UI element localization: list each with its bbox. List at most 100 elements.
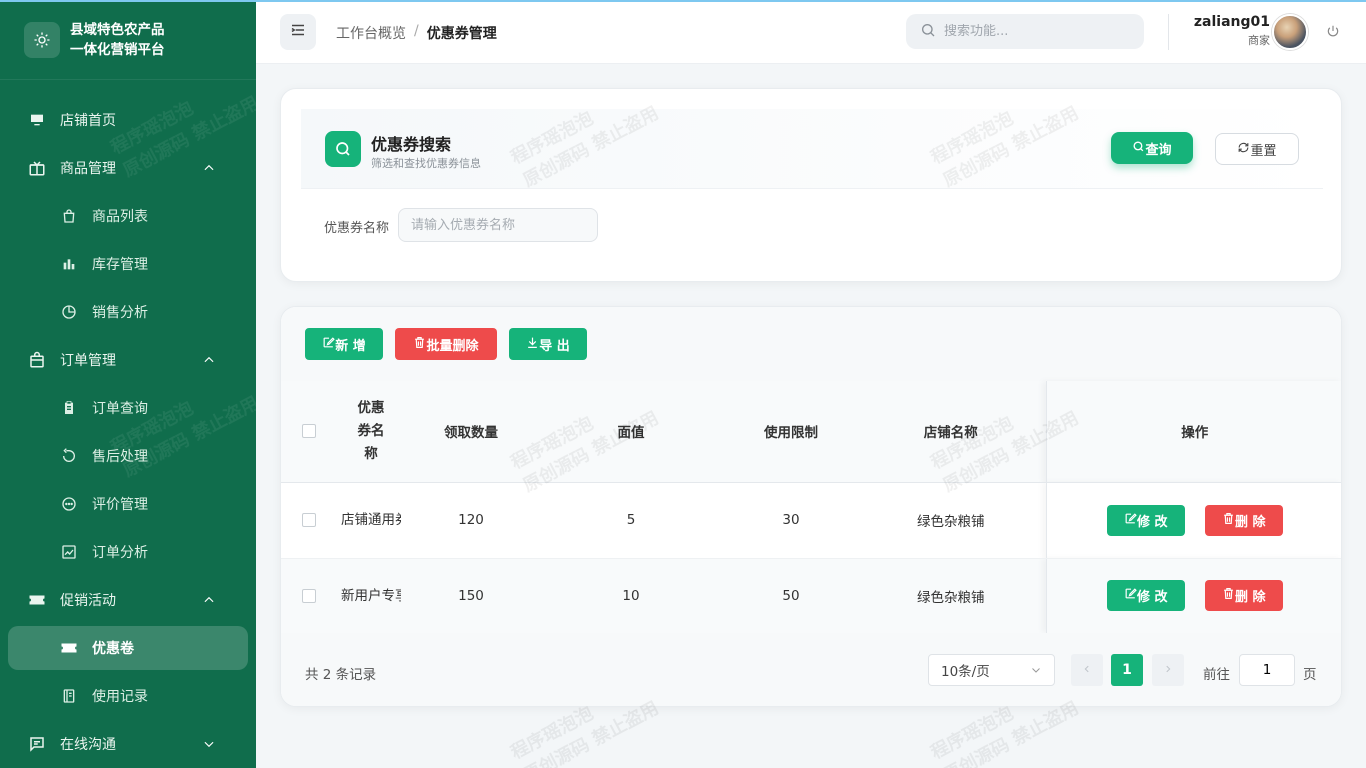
sidebar-item-label: 售后处理	[92, 449, 148, 465]
search-icon	[920, 22, 936, 42]
sidebar-item-usage-records[interactable]: 使用记录	[0, 672, 256, 720]
cell-coupon-name: 店铺通用券	[336, 482, 406, 559]
prev-page-button[interactable]	[1071, 654, 1103, 686]
cell-quantity: 150	[406, 558, 536, 634]
sidebar-item-inventory[interactable]: 库存管理	[0, 240, 256, 288]
sidebar-item-label: 商品管理	[60, 161, 116, 177]
delete-button[interactable]: 删 除	[1204, 504, 1283, 536]
sidebar-item-label: 促销活动	[60, 593, 116, 609]
refresh-icon	[1237, 141, 1250, 158]
sidebar-item-label: 销售分析	[92, 305, 148, 321]
sidebar-item-goods-management[interactable]: 商品管理	[0, 144, 256, 192]
sidebar-item-order-analysis[interactable]: 订单分析	[0, 528, 256, 576]
query-button-label: 查询	[1145, 142, 1172, 158]
export-button[interactable]: 导 出	[509, 328, 587, 360]
total-records: 共 2 条记录	[305, 667, 377, 683]
coupon-table: 优惠券名称 领取数量 面值 使用限制 店铺名称 操作 店铺通用券 120 5 3…	[281, 381, 1342, 634]
goto-page-input[interactable]	[1239, 654, 1295, 686]
sidebar-item-order-management[interactable]: 订单管理	[0, 336, 256, 384]
trash-icon	[413, 336, 426, 353]
sidebar-item-order-query[interactable]: 订单查询	[0, 384, 256, 432]
page-size-value: 10条/页	[941, 664, 990, 680]
header-divider	[1168, 14, 1169, 50]
page-size-select[interactable]: 10条/页	[928, 654, 1055, 686]
chevron-up-icon	[202, 593, 216, 611]
cell-coupon-name: 新用户专享	[336, 558, 406, 634]
sidebar-item-label: 商品列表	[92, 209, 148, 225]
sidebar-item-goods-list[interactable]: 商品列表	[0, 192, 256, 240]
edit-button[interactable]: 修 改	[1106, 580, 1185, 611]
goto-label: 前往	[1203, 667, 1230, 683]
sidebar-item-label: 使用记录	[92, 689, 148, 705]
menu-toggle-button[interactable]	[280, 14, 316, 50]
next-page-button[interactable]	[1152, 654, 1184, 686]
app-title: 县域特色农产品 一体化营销平台	[70, 20, 165, 60]
page-number-current[interactable]: 1	[1111, 654, 1143, 686]
cell-value: 5	[536, 482, 726, 559]
ticket-icon	[28, 591, 46, 609]
add-button[interactable]: 新 增	[305, 328, 383, 360]
edit-button-label: 修 改	[1136, 514, 1168, 530]
cell-shop: 绿色杂粮铺	[856, 558, 1046, 634]
breadcrumb: 工作台概览 / 优惠券管理	[336, 23, 497, 43]
sidebar-item-promotions[interactable]: 促销活动	[0, 576, 256, 624]
menu-fold-icon	[289, 21, 307, 43]
select-all-header	[281, 381, 336, 483]
sidebar-item-coupons[interactable]: 优惠卷	[8, 626, 248, 670]
search-icon	[1132, 140, 1145, 157]
header-quantity: 领取数量	[406, 381, 536, 483]
header-value: 面值	[536, 381, 726, 483]
trend-chart-icon	[60, 543, 78, 561]
sidebar-item-label: 优惠卷	[92, 641, 134, 657]
chevron-down-icon	[1030, 664, 1042, 680]
user-info[interactable]: zaliang01 商家	[1194, 14, 1270, 48]
username: zaliang01	[1193, 14, 1270, 30]
delete-button[interactable]: 删 除	[1204, 580, 1283, 611]
query-button[interactable]: 查询	[1111, 132, 1193, 164]
download-icon	[526, 336, 539, 353]
delete-button-label: 删 除	[1234, 590, 1266, 605]
row-actions: 修 改 删 除	[1047, 504, 1342, 536]
edit-button[interactable]: 修 改	[1106, 504, 1185, 536]
coupon-name-text: 新用户专享	[341, 587, 401, 604]
reset-button[interactable]: 重置	[1215, 133, 1299, 165]
breadcrumb-item-workbench[interactable]: 工作台概览	[336, 23, 406, 43]
cell-shop: 绿色杂粮铺	[856, 482, 1046, 559]
sidebar-item-label: 库存管理	[92, 257, 148, 273]
row-checkbox[interactable]	[301, 513, 316, 527]
table-header-row: 优惠券名称 领取数量 面值 使用限制 店铺名称 操作	[281, 381, 1341, 483]
coupon-name-input[interactable]	[398, 208, 598, 242]
app-title-line1: 县域特色农产品	[70, 21, 165, 38]
chevron-left-icon	[1082, 663, 1092, 677]
search-input[interactable]	[944, 24, 1124, 39]
avatar[interactable]	[1272, 14, 1308, 50]
row-checkbox[interactable]	[301, 588, 316, 603]
sidebar-item-after-sales[interactable]: 售后处理	[0, 432, 256, 480]
sidebar-item-label: 订单管理	[60, 353, 116, 369]
app-title-line2: 一体化营销平台	[70, 41, 165, 58]
chevron-right-icon	[1163, 663, 1173, 677]
sidebar: 县域特色农产品 一体化营销平台 店铺首页 商品管理 商品列表 库存管理 销售分析…	[0, 0, 256, 768]
breadcrumb-item-current: 优惠券管理	[426, 26, 497, 42]
batch-delete-button[interactable]: 批量删除	[395, 328, 497, 360]
coupon-name-text: 店铺通用券	[341, 512, 401, 528]
header-shop: 店铺名称	[856, 381, 1046, 483]
page-unit-label: 页	[1303, 667, 1317, 683]
search-icon	[325, 131, 361, 167]
app-logo: 县域特色农产品 一体化营销平台	[0, 0, 256, 80]
logout-power-icon[interactable]	[1326, 24, 1340, 42]
breadcrumb-separator: /	[414, 23, 419, 39]
sidebar-item-sales-analysis[interactable]: 销售分析	[0, 288, 256, 336]
cell-limit: 50	[726, 558, 856, 634]
chevron-up-icon	[202, 161, 216, 179]
cell-limit: 30	[726, 482, 856, 559]
add-button-label: 新 增	[335, 338, 366, 354]
edit-icon	[1124, 512, 1137, 529]
search-card-subtitle: 筛选和查找优惠券信息	[371, 157, 481, 170]
function-search-box[interactable]	[906, 14, 1144, 49]
sidebar-item-online-chat[interactable]: 在线沟通	[0, 720, 256, 768]
top-accent-line	[0, 0, 1366, 2]
select-all-checkbox[interactable]	[301, 424, 316, 439]
sidebar-item-review-management[interactable]: 评价管理	[0, 480, 256, 528]
sidebar-item-store-home[interactable]: 店铺首页	[0, 96, 256, 144]
